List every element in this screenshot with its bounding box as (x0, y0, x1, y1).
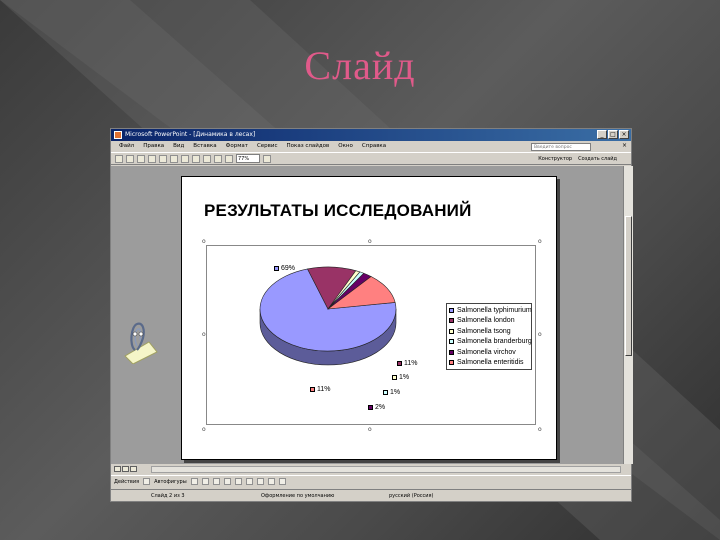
legend-entry: Salmonella london (449, 316, 529, 327)
data-label-swatch (383, 390, 388, 395)
data-label-text: 1% (399, 374, 410, 381)
menu-item[interactable]: Формат (226, 141, 248, 151)
menu-item[interactable]: Сервис (257, 141, 278, 151)
data-label-text: 2% (375, 404, 386, 411)
save-icon[interactable] (137, 154, 145, 163)
preview-icon[interactable] (159, 154, 167, 163)
legend-swatch (449, 307, 454, 313)
powerpoint-window: Microsoft PowerPoint - [Динамика в лесах… (110, 128, 633, 502)
slide-page[interactable]: РЕЗУЛЬТАТЫ ИССЛЕДОВАНИЙ o o o o o o o o … (181, 176, 557, 460)
arrow-icon[interactable] (201, 478, 209, 485)
data-label: 2% (368, 404, 385, 411)
undo-icon[interactable] (203, 154, 211, 163)
wordart-icon[interactable] (245, 478, 253, 485)
rectangle-icon[interactable] (212, 478, 220, 485)
menu-item[interactable]: Справка (362, 141, 386, 151)
ask-question-input[interactable]: Введите вопрос (531, 143, 591, 151)
data-label-text: 1% (390, 389, 401, 396)
status-language: русский (Россия) (389, 493, 434, 499)
close-icon[interactable]: × (619, 130, 629, 139)
data-label: 1% (383, 389, 400, 396)
data-label: 11% (310, 386, 331, 393)
autoshapes-button[interactable]: Автофигуры (154, 479, 187, 485)
fill-color-icon[interactable] (256, 478, 264, 485)
paste-icon[interactable] (192, 154, 200, 163)
scroll-thumb[interactable] (625, 216, 632, 356)
new-slide-button[interactable]: Создать слайд (578, 155, 617, 164)
legend-label: Salmonella virchov (457, 348, 516, 356)
legend-entry: Salmonella tsong (449, 326, 529, 337)
data-label: 1% (392, 374, 409, 381)
menu-item[interactable]: Файл (119, 141, 134, 151)
open-icon[interactable] (126, 154, 134, 163)
data-label: 69% (274, 265, 295, 272)
app-icon (114, 131, 122, 139)
standard-toolbar: 77% Конструктор Создать слайд (111, 152, 631, 165)
menu-item[interactable]: Вид (173, 141, 184, 151)
chart-icon[interactable] (214, 154, 222, 163)
data-label-text: 11% (404, 360, 418, 367)
chart-legend: Salmonella typhimurium Salmonella london S… (446, 303, 532, 370)
select-arrow-icon[interactable] (143, 478, 151, 485)
status-bar: Слайд 2 из 3 Оформление по умолчанию рус… (111, 489, 631, 501)
font-color-icon[interactable] (278, 478, 286, 485)
oval-icon[interactable] (223, 478, 231, 485)
line-color-icon[interactable] (267, 478, 275, 485)
status-slide-number: Слайд 2 из 3 (151, 493, 185, 499)
line-icon[interactable] (190, 478, 198, 485)
legend-entry: Salmonella enteritidis (449, 358, 529, 369)
drawing-toolbar: Действия Автофигуры (111, 475, 631, 487)
data-label-swatch (397, 361, 402, 366)
help-icon[interactable] (263, 154, 271, 163)
legend-label: Salmonella tsong (457, 327, 511, 335)
data-label-text: 69% (281, 265, 296, 272)
document-close-icon[interactable]: × (622, 141, 627, 151)
new-icon[interactable] (115, 154, 123, 163)
designer-button[interactable]: Конструктор (538, 155, 572, 164)
data-label-swatch (274, 266, 279, 271)
copy-icon[interactable] (181, 154, 189, 163)
data-label-swatch (310, 387, 315, 392)
horizontal-scrollbar[interactable] (151, 466, 621, 473)
normal-view-icon[interactable] (114, 466, 121, 472)
legend-entry: Salmonella virchov (449, 347, 529, 358)
data-label-text: 11% (317, 386, 331, 393)
maximize-icon[interactable]: □ (608, 130, 618, 139)
draw-menu-button[interactable]: Действия (114, 479, 139, 485)
menu-item[interactable]: Окно (338, 141, 353, 151)
textbox-icon[interactable] (234, 478, 242, 485)
window-titlebar[interactable]: Microsoft PowerPoint - [Динамика в лесах… (111, 129, 631, 141)
minimize-icon[interactable]: _ (597, 130, 607, 139)
legend-label: Salmonella typhimurium (457, 306, 532, 314)
status-design: Оформление по умолчанию (261, 493, 335, 499)
menu-item[interactable]: Показ слайдов (287, 141, 330, 151)
print-icon[interactable] (148, 154, 156, 163)
table-icon[interactable] (225, 154, 233, 163)
slideshow-view-icon[interactable] (130, 466, 137, 472)
legend-entry: Salmonella typhimurium (449, 305, 532, 316)
office-assistant-icon[interactable] (119, 316, 159, 364)
sorter-view-icon[interactable] (122, 466, 129, 472)
legend-swatch (449, 318, 454, 324)
legend-label: Salmonella branderburg (457, 338, 532, 346)
menu-item[interactable]: Вставка (193, 141, 216, 151)
data-label: 11% (397, 360, 418, 367)
cut-icon[interactable] (170, 154, 178, 163)
menu-item[interactable]: Правка (143, 141, 164, 151)
legend-label: Salmonella london (457, 317, 515, 325)
window-title: Microsoft PowerPoint - [Динамика в лесах… (125, 131, 256, 138)
slide-title: Слайд (304, 43, 416, 88)
data-label-swatch (368, 405, 373, 410)
legend-entry: Salmonella branderburg (449, 337, 532, 348)
legend-label: Salmonella enteritidis (457, 359, 524, 367)
legend-swatch (449, 360, 454, 366)
zoom-select[interactable]: 77% (236, 154, 260, 163)
slide-editing-area: РЕЗУЛЬТАТЫ ИССЛЕДОВАНИЙ o o o o o o o o … (111, 166, 623, 464)
vertical-scrollbar[interactable] (623, 166, 633, 464)
legend-swatch (449, 339, 454, 345)
data-label-swatch (392, 375, 397, 380)
legend-swatch (449, 328, 454, 334)
legend-swatch (449, 349, 454, 355)
